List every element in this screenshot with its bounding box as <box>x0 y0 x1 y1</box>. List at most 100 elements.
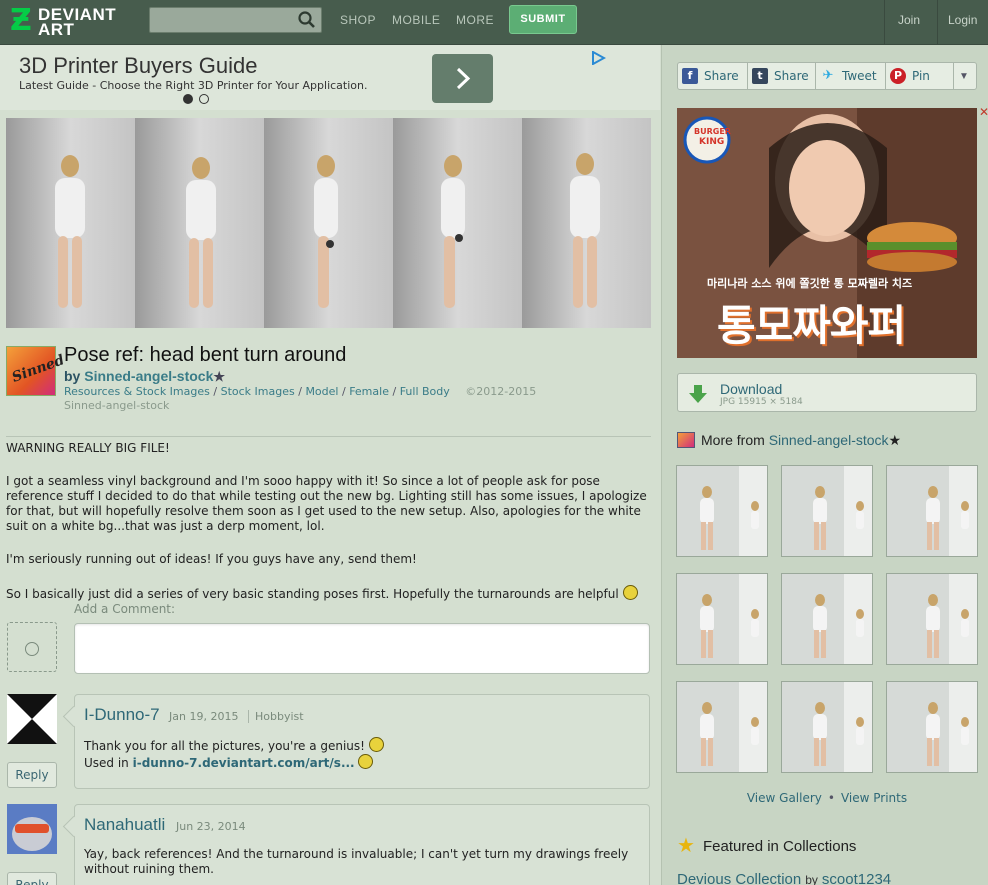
ad-banner[interactable]: 3D Printer Buyers Guide Latest Guide - C… <box>0 45 660 110</box>
breadcrumb-separator: / <box>341 385 346 398</box>
breadcrumb-separator: / <box>298 385 302 398</box>
deviantart-logo[interactable]: Ƶ DEVIANT ART <box>8 3 128 39</box>
pinterest-share-label: Pin <box>912 69 930 83</box>
share-more-dropdown[interactable]: ▼ <box>954 63 974 89</box>
gallery-thumbnail[interactable] <box>781 681 873 773</box>
description-paragraph-last: So I basically just did a series of very… <box>6 585 651 602</box>
facebook-share-button[interactable]: f Share <box>678 63 748 89</box>
reply-button[interactable]: Reply <box>7 762 57 788</box>
gallery-thumbnail[interactable] <box>886 573 978 665</box>
comment-body: Yay, back references! And the turnaround… <box>84 847 629 876</box>
download-arrow-icon <box>689 385 707 403</box>
gallery-thumbnail[interactable] <box>676 465 768 557</box>
gallery-links: View Gallery • View Prints <box>677 791 977 805</box>
author-link[interactable]: Sinned-angel-stock <box>84 368 213 384</box>
search-input[interactable] <box>149 7 322 33</box>
gallery-thumbnail[interactable] <box>676 681 768 773</box>
download-button[interactable]: Download JPG 15915 × 5184 <box>677 373 977 412</box>
top-navigation-bar: Ƶ DEVIANT ART SHOP MOBILE MORE SUBMIT Jo… <box>0 0 988 45</box>
tumblr-icon: t <box>752 68 768 84</box>
breadcrumb-item[interactable]: Stock Images <box>221 385 295 398</box>
breadcrumb-separator: / <box>392 385 397 398</box>
close-ad-icon[interactable]: ✕ <box>979 105 988 119</box>
avatar-signature: Sinned <box>9 352 67 386</box>
description-paragraph: I'm seriously running out of ideas! If y… <box>6 552 417 566</box>
tumblr-share-button[interactable]: t Share <box>748 63 816 89</box>
reply-button[interactable]: Reply <box>7 872 57 885</box>
commenter-name[interactable]: Nanahuatli <box>84 815 165 835</box>
author-badge-icon: ★ <box>888 432 902 448</box>
smiley-placeholder-icon <box>25 642 39 656</box>
chevron-right-icon <box>456 67 471 90</box>
tumblr-share-label: Share <box>774 69 809 83</box>
commenter-avatar[interactable] <box>7 804 57 854</box>
thumbnail-image <box>782 574 872 664</box>
twitter-share-button[interactable]: ✈ Tweet <box>816 63 886 89</box>
nav-more[interactable]: MORE <box>456 13 494 27</box>
chevron-down-icon: ▼ <box>959 70 969 82</box>
gallery-thumbnail[interactable] <box>781 465 873 557</box>
deviantart-logo-icon: Ƶ <box>10 3 32 38</box>
collection-link[interactable]: Devious Collection <box>677 871 801 885</box>
by-label: by <box>64 368 81 384</box>
description-paragraph: I got a seamless vinyl background and I'… <box>6 474 647 533</box>
download-file-info: JPG 15915 × 5184 <box>720 397 803 407</box>
join-link[interactable]: Join <box>898 13 920 27</box>
share-bar: f Share t Share ✈ Tweet P Pin ▼ <box>677 62 977 90</box>
ad-korean-headline: 통모짜와퍼 <box>717 301 906 350</box>
adchoices-icon[interactable] <box>590 51 606 65</box>
burger-king-ad[interactable]: BURGER KING 마리나라 소스 위에 쫄깃한 통 모짜렐라 치즈 통모짜… <box>677 108 977 358</box>
commenter-avatar[interactable] <box>7 694 57 744</box>
search-icon[interactable] <box>297 10 317 30</box>
breadcrumb-item[interactable]: Resources & Stock Images <box>64 385 210 398</box>
thumbnail-image <box>887 574 977 664</box>
pinterest-share-button[interactable]: P Pin <box>886 63 954 89</box>
view-gallery-link[interactable]: View Gallery <box>747 791 822 805</box>
author-mini-avatar[interactable] <box>677 432 695 448</box>
user-avatar-placeholder <box>7 622 57 672</box>
ad-pager-dot[interactable] <box>199 94 209 104</box>
grin-emote-icon <box>368 737 384 752</box>
thumbnail-image <box>782 466 872 556</box>
author-avatar[interactable]: Sinned <box>6 346 67 396</box>
comment-link[interactable]: i-dunno-7.deviantart.com/art/s... <box>133 756 355 770</box>
commenter-name[interactable]: I-Dunno-7 <box>84 705 160 725</box>
breadcrumb-item[interactable]: Female <box>349 385 389 398</box>
bullet-separator: • <box>827 791 835 805</box>
add-comment-label: Add a Comment: <box>74 602 176 616</box>
gallery-thumbnail[interactable] <box>886 465 978 557</box>
topbar-divider <box>884 0 885 45</box>
ad-korean-line: 마리나라 소스 위에 쫄깃한 통 모짜렐라 치즈 <box>707 277 913 290</box>
collection-by: by <box>805 873 818 885</box>
more-from-author-link[interactable]: Sinned-angel-stock <box>769 432 889 448</box>
nav-shop[interactable]: SHOP <box>340 13 376 27</box>
breadcrumb-item[interactable]: Full Body <box>400 385 450 398</box>
login-link[interactable]: Login <box>948 13 977 27</box>
view-prints-link[interactable]: View Prints <box>841 791 907 805</box>
facebook-share-label: Share <box>704 69 739 83</box>
comment-used-in: Used in <box>84 756 129 770</box>
breadcrumb: Resources & Stock Images / Stock Images … <box>64 385 536 398</box>
comment-input[interactable] <box>74 623 650 674</box>
gallery-thumbnail[interactable] <box>886 681 978 773</box>
thumbnail-image <box>677 466 767 556</box>
ad-pager-dot-active[interactable] <box>183 94 193 104</box>
gallery-thumbnail[interactable] <box>781 573 873 665</box>
nav-mobile[interactable]: MOBILE <box>392 13 440 27</box>
deviation-image[interactable] <box>6 118 651 328</box>
right-sidebar: f Share t Share ✈ Tweet P Pin ▼ BURGER K… <box>661 45 988 885</box>
breadcrumb-item[interactable]: Model <box>305 385 338 398</box>
comment-date[interactable]: Jun 23, 2014 <box>176 820 246 833</box>
ad-next-button[interactable] <box>432 54 493 103</box>
gallery-thumbnail[interactable] <box>676 573 768 665</box>
ad-pager <box>183 94 215 112</box>
submit-button[interactable]: SUBMIT <box>509 5 577 34</box>
thumbnail-image <box>782 682 872 772</box>
more-from-header: More from Sinned-angel-stock★ <box>677 430 977 450</box>
comment-date[interactable]: Jan 19, 2015 <box>169 710 238 723</box>
ad-title[interactable]: 3D Printer Buyers Guide <box>19 53 257 79</box>
thumbnail-image <box>887 466 977 556</box>
deviation-title: Pose ref: head bent turn around <box>64 344 347 366</box>
collector-link[interactable]: scoot1234 <box>822 871 891 885</box>
comment-bubble: I-Dunno-7 Jan 19, 2015 Hobbyist Thank yo… <box>74 694 650 789</box>
